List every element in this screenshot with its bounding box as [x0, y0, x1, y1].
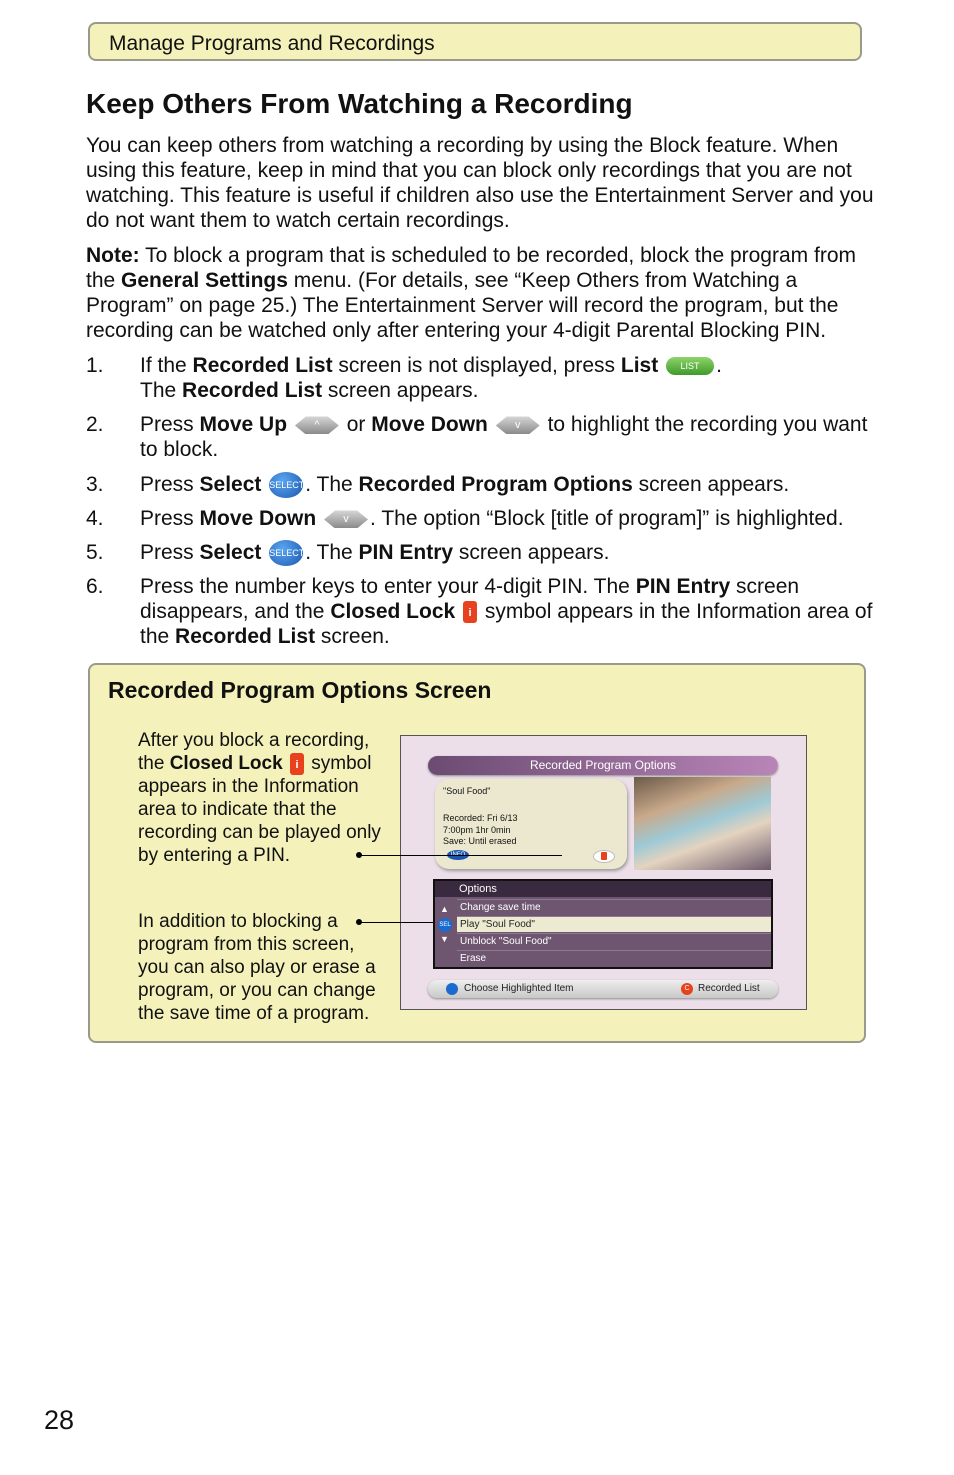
- step-number: 5.: [86, 541, 104, 564]
- move-down-button-icon: v: [495, 416, 540, 435]
- tv-screen-recorded-program-options: Recorded Program Options "Soul Food" Rec…: [357, 735, 807, 1010]
- step-text: Press Move Up ^ or Move Down v to highli…: [140, 412, 880, 462]
- sel-button-icon: [446, 983, 458, 995]
- select-button-icon: SELECT: [269, 472, 304, 499]
- intro-paragraph: You can keep others from watching a reco…: [86, 133, 876, 233]
- screen-footer-bar: Choose Highlighted Item C Recorded List: [428, 980, 778, 998]
- section-title: Manage Programs and Recordings: [109, 32, 435, 55]
- text-run: [283, 753, 288, 774]
- options-list: Options ▲ SEL ▼ Change save time Play "So…: [433, 879, 773, 969]
- text-run: [287, 413, 293, 436]
- closed-lock-icon: [593, 850, 615, 863]
- pointer-line: [357, 855, 562, 856]
- text-run: . The option “Block [title of program]” …: [370, 507, 844, 530]
- text-run: Press: [140, 473, 200, 496]
- bold-term: Recorded Program Options: [358, 473, 633, 496]
- step-number: 1.: [86, 354, 104, 377]
- text-run: screen.: [315, 625, 390, 648]
- text-run: Press the number keys to enter your 4-di…: [140, 575, 636, 598]
- recorded-date: Recorded: Fri 6/13: [443, 813, 518, 823]
- footer-recorded-list: Recorded List: [698, 983, 760, 994]
- text-run: screen appears.: [322, 379, 479, 402]
- text-run: or: [340, 413, 372, 436]
- c-button-icon: C: [681, 983, 693, 995]
- note-paragraph: Note: To block a program that is schedul…: [86, 243, 876, 343]
- step-text: Press Select SELECT. The Recorded Progra…: [140, 472, 880, 499]
- pointer-line: [357, 922, 433, 923]
- recorded-time: 7:00pm 1hr 0min: [443, 825, 511, 835]
- callout-title: Recorded Program Options Screen: [108, 677, 492, 703]
- text-run: .: [716, 354, 722, 377]
- bold-term: Select: [199, 473, 262, 496]
- step-text: Press the number keys to enter your 4-di…: [140, 574, 880, 649]
- program-thumbnail: [634, 777, 771, 870]
- step-number: 2.: [86, 413, 104, 436]
- footer-choose-item: Choose Highlighted Item: [464, 983, 574, 994]
- step-text: Press Select SELECT. The PIN Entry scree…: [140, 540, 880, 567]
- bold-term: Recorded List: [175, 625, 316, 648]
- list-button-icon: LIST: [666, 357, 715, 376]
- screen-title-bar: Recorded Program Options: [428, 756, 778, 775]
- step-number: 6.: [86, 575, 104, 598]
- callout-note-options: In addition to blocking a program from t…: [138, 910, 388, 1025]
- text-run: The: [140, 379, 183, 402]
- page-title: Keep Others From Watching a Recording: [86, 88, 633, 119]
- step-number: 3.: [86, 473, 104, 496]
- step-text: If the Recorded List screen is not displ…: [140, 353, 880, 403]
- text-run: Press: [140, 541, 200, 564]
- text-run: [261, 541, 267, 564]
- scroll-up-icon: ▲: [440, 904, 449, 914]
- text-run: [261, 473, 267, 496]
- text-run: In addition to blocking a program from t…: [138, 911, 376, 1024]
- bold-term: Closed Lock: [330, 600, 456, 623]
- page-number: 28: [44, 1405, 75, 1435]
- bold-term: Move Up: [199, 413, 288, 436]
- bold-term: PIN Entry: [358, 541, 454, 564]
- option-item[interactable]: Change save time: [457, 899, 771, 915]
- text-run: If the: [140, 354, 193, 377]
- bold-term: General Settings: [121, 269, 288, 292]
- section-header: Manage Programs and Recordings: [88, 22, 862, 61]
- move-up-button-icon: ^: [294, 416, 339, 435]
- closed-lock-icon: i: [289, 752, 304, 775]
- move-down-button-icon: v: [324, 510, 369, 529]
- scroll-down-icon: ▼: [440, 934, 449, 944]
- save-setting: Save: Until erased: [443, 836, 517, 846]
- bold-term: List: [620, 354, 659, 377]
- manual-page: Manage Programs and Recordings Keep Othe…: [0, 0, 954, 1475]
- text-run: You can keep others from watching a reco…: [86, 134, 874, 232]
- callout-note-lock: After you block a recording, the Closed …: [138, 729, 388, 867]
- closed-lock-icon: i: [463, 601, 478, 624]
- text-run: screen appears.: [453, 541, 610, 564]
- bold-term: PIN Entry: [635, 575, 731, 598]
- text-run: [316, 507, 322, 530]
- bold-term: Note:: [86, 244, 140, 267]
- option-item[interactable]: Unblock "Soul Food": [457, 933, 771, 949]
- text-run: Press: [140, 507, 200, 530]
- text-run: screen is not displayed, press: [332, 354, 621, 377]
- select-button-icon: SELECT: [269, 540, 304, 567]
- program-title: "Soul Food": [443, 786, 491, 796]
- bold-term: Recorded List: [192, 354, 333, 377]
- step-number: 4.: [86, 507, 104, 530]
- bold-term: Select: [199, 541, 262, 564]
- text-run: screen appears.: [632, 473, 790, 496]
- option-item[interactable]: Erase: [457, 950, 771, 966]
- options-header: Options: [435, 881, 771, 897]
- text-run: [658, 354, 664, 377]
- callout-box: Recorded Program Options Screen After yo…: [88, 663, 866, 1043]
- bold-term: Closed Lock: [169, 753, 283, 774]
- step-text: Press Move Down v. The option “Block [ti…: [140, 506, 880, 531]
- bold-term: Move Down: [371, 413, 488, 436]
- bold-term: Move Down: [199, 507, 317, 530]
- text-run: Press: [140, 413, 200, 436]
- text-run: [488, 413, 494, 436]
- option-item[interactable]: Play "Soul Food": [457, 916, 771, 932]
- sel-button-icon: SEL: [438, 918, 452, 932]
- text-run: . The: [305, 541, 359, 564]
- text-run: . The: [305, 473, 359, 496]
- bold-term: Recorded List: [182, 379, 323, 402]
- text-run: [455, 600, 461, 623]
